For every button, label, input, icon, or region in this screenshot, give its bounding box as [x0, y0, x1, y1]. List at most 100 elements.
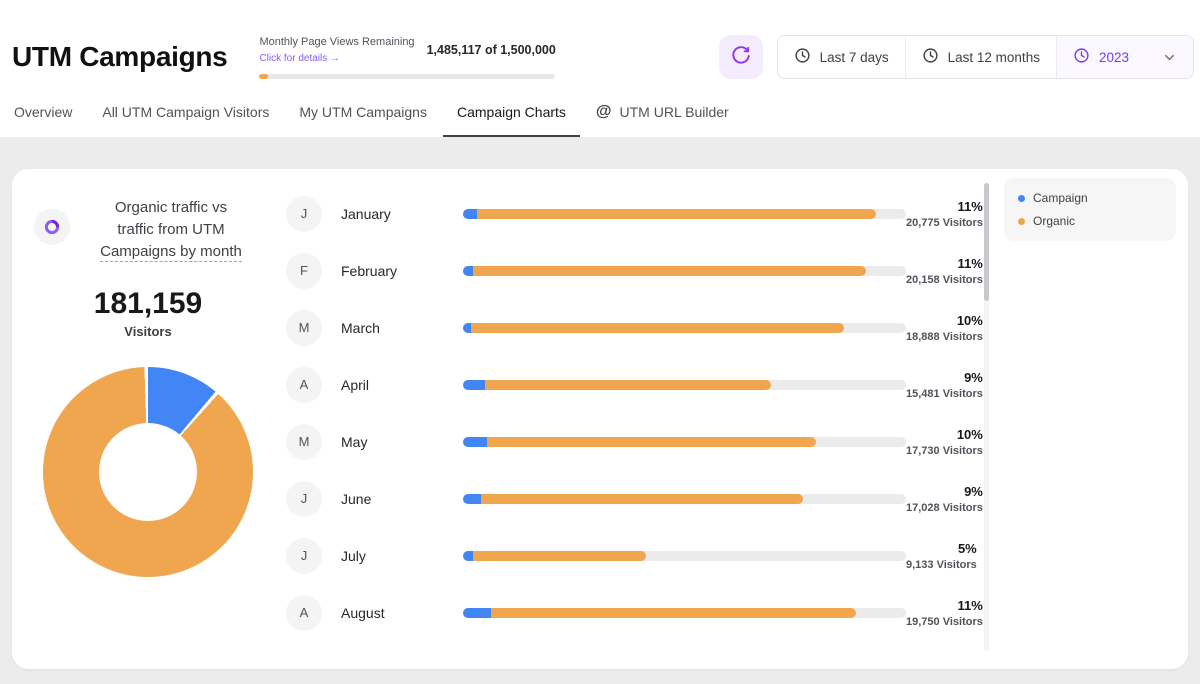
chart-title: Organic traffic vs traffic from UTM Camp… [80, 197, 262, 263]
month-row: J June 9% 17,028 Visitors [286, 470, 990, 527]
month-label: April [341, 377, 463, 393]
scrollbar-thumb[interactable] [984, 183, 989, 301]
tab-all-utm-campaign-visitors[interactable]: All UTM Campaign Visitors [102, 94, 269, 137]
month-visitors: 20,775 Visitors [906, 217, 983, 229]
month-stats: 5% 9,133 Visitors [906, 541, 991, 571]
tab-my-utm-campaigns[interactable]: My UTM Campaigns [299, 94, 427, 137]
month-visitors: 20,158 Visitors [906, 274, 983, 286]
month-avatar: J [286, 481, 322, 517]
campaign-bar-segment [463, 494, 481, 504]
header: UTM Campaigns Monthly Page Views Remaini… [0, 0, 1200, 137]
month-visitors: 15,481 Visitors [906, 388, 983, 400]
chevron-down-icon[interactable] [1162, 50, 1177, 65]
month-avatar: A [286, 367, 322, 403]
campaign-charts-card: Organic traffic vs traffic from UTM Camp… [12, 169, 1188, 669]
refresh-icon [731, 46, 751, 69]
page-title: UTM Campaigns [12, 41, 227, 73]
month-label: January [341, 206, 463, 222]
tab-utm-url-builder[interactable]: @ UTM URL Builder [596, 94, 729, 137]
campaign-bar-segment [463, 323, 471, 333]
quota-details-link[interactable]: Click for details → [259, 53, 340, 64]
month-visitors: 19,750 Visitors [906, 616, 983, 628]
total-visitors-value: 181,159 [34, 287, 262, 321]
organic-bar-segment [473, 551, 646, 561]
tab-campaign-charts[interactable]: Campaign Charts [457, 94, 566, 137]
month-bar [463, 551, 906, 561]
legend-item-campaign[interactable]: Campaign [1018, 191, 1162, 205]
organic-bar-segment [487, 437, 816, 447]
month-visitors: 9,133 Visitors [906, 559, 977, 571]
clock-icon [922, 47, 939, 67]
campaign-bar-segment [463, 380, 485, 390]
month-label: March [341, 320, 463, 336]
month-row: M May 10% 17,730 Visitors [286, 413, 990, 470]
clock-icon [794, 47, 811, 67]
month-avatar: F [286, 253, 322, 289]
donut-chart [43, 367, 253, 577]
campaign-bar-segment [463, 551, 473, 561]
month-row: F February 11% 20,158 Visitors [286, 242, 990, 299]
monthly-bars-panel: J January 11% 20,775 Visitors F February… [274, 169, 990, 669]
campaign-percentage: 9% [906, 484, 983, 499]
campaign-bar-segment [463, 437, 487, 447]
campaign-bar-segment [463, 608, 491, 618]
month-bar [463, 323, 906, 333]
campaign-percentage: 11% [906, 598, 983, 613]
month-row: J January 11% 20,775 Visitors [286, 185, 990, 242]
clock-icon [1073, 47, 1090, 67]
month-avatar: M [286, 424, 322, 460]
month-label: May [341, 434, 463, 450]
month-label: February [341, 263, 463, 279]
campaign-bar-segment [463, 209, 477, 219]
months-list: J January 11% 20,775 Visitors F February… [286, 185, 990, 641]
organic-bar-segment [477, 209, 876, 219]
month-visitors: 18,888 Visitors [906, 331, 983, 343]
tab-bar: Overview All UTM Campaign Visitors My UT… [12, 94, 1200, 137]
campaign-percentage: 5% [906, 541, 977, 556]
chart-summary-panel: Organic traffic vs traffic from UTM Camp… [12, 169, 274, 669]
organic-bar-segment [481, 494, 803, 504]
campaign-percentage: 11% [906, 256, 983, 271]
organic-bar-segment [471, 323, 844, 333]
total-visitors-label: Visitors [34, 324, 262, 339]
page-views-quota: Monthly Page Views Remaining Click for d… [259, 36, 555, 79]
month-label: July [341, 548, 463, 564]
month-label: August [341, 605, 463, 621]
refresh-button[interactable] [719, 35, 763, 79]
date-range-filter-group: Last 7 days Last 12 months 2023 [777, 35, 1194, 79]
organic-bar-segment [485, 380, 771, 390]
quota-label: Monthly Page Views Remaining [259, 36, 414, 48]
month-row: J July 5% 9,133 Visitors [286, 527, 990, 584]
month-avatar: J [286, 538, 322, 574]
quota-progress [259, 74, 555, 79]
month-row: A April 9% 15,481 Visitors [286, 356, 990, 413]
month-row: A August 11% 19,750 Visitors [286, 584, 990, 641]
chart-legend: Campaign Organic [1004, 178, 1176, 241]
month-label: June [341, 491, 463, 507]
month-bar [463, 608, 906, 618]
utm-builder-icon: @ [596, 104, 612, 120]
quota-value: 1,485,117 of 1,500,000 [427, 43, 556, 57]
month-avatar: A [286, 595, 322, 631]
month-bar [463, 380, 906, 390]
month-bar [463, 494, 906, 504]
filter-last-12-months[interactable]: Last 12 months [905, 36, 1056, 78]
organic-bar-segment [473, 266, 866, 276]
donut-chart-icon [34, 209, 70, 245]
organic-dot-icon [1018, 218, 1025, 225]
filter-year-2023[interactable]: 2023 [1056, 36, 1193, 78]
month-visitors: 17,028 Visitors [906, 502, 983, 514]
campaign-percentage: 9% [906, 370, 983, 385]
legend-item-organic[interactable]: Organic [1018, 214, 1162, 228]
tab-overview[interactable]: Overview [14, 94, 72, 137]
filter-last-7-days[interactable]: Last 7 days [778, 36, 905, 78]
organic-bar-segment [491, 608, 856, 618]
month-visitors: 17,730 Visitors [906, 445, 983, 457]
month-bar [463, 266, 906, 276]
month-avatar: M [286, 310, 322, 346]
month-avatar: J [286, 196, 322, 232]
month-bar [463, 209, 906, 219]
scrollbar [984, 183, 989, 651]
month-bar [463, 437, 906, 447]
legend-column: Campaign Organic [990, 169, 1188, 669]
